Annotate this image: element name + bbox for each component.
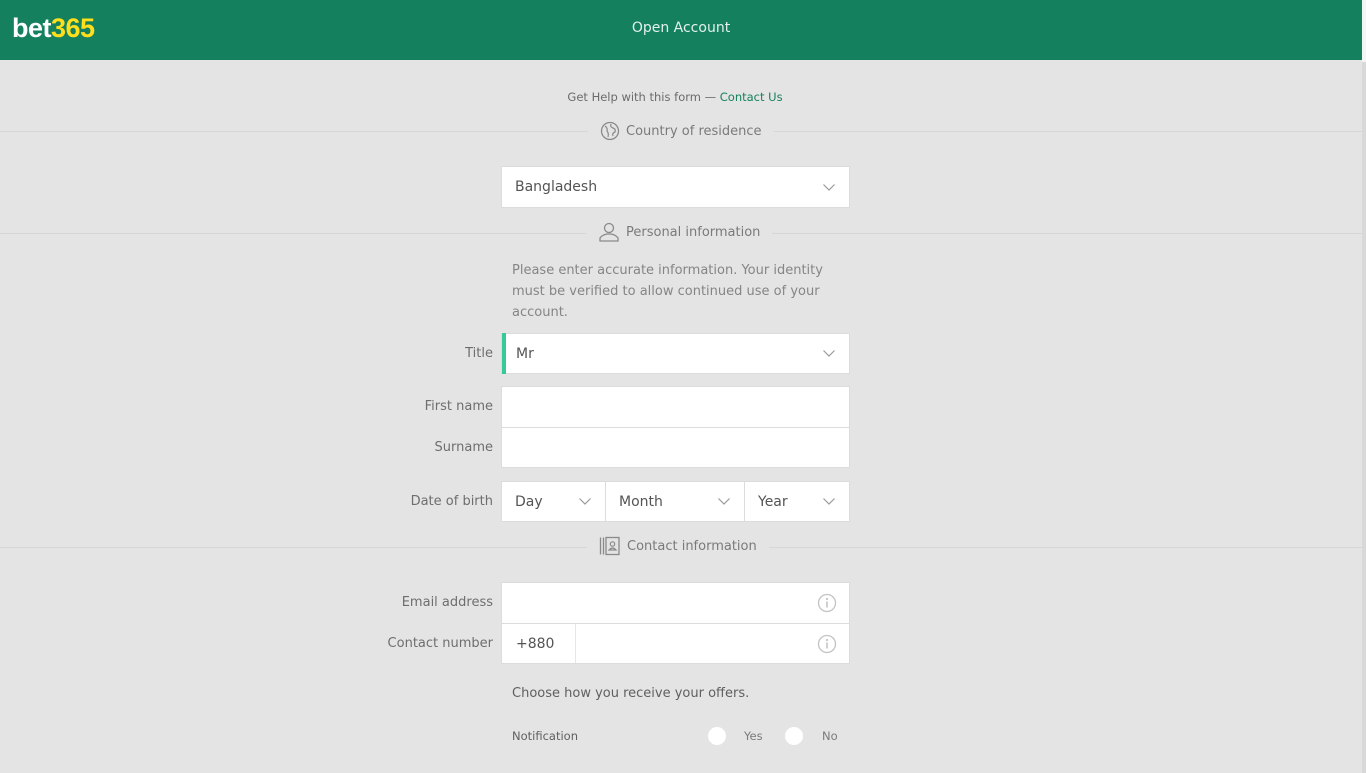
email-label: Email address [401,595,493,610]
focus-indicator [502,333,506,374]
contact-us-link[interactable]: Contact Us [720,90,783,104]
title-select[interactable]: Mr [501,333,850,374]
dob-month-value: Month [619,493,663,510]
contact-book-icon [599,536,621,556]
dob-day-value: Day [515,493,543,510]
notification-yes-label[interactable]: Yes [744,729,763,743]
phone-input-group: +880 [501,623,850,664]
surname-input[interactable] [501,427,850,468]
chevron-down-icon [823,183,835,191]
chevron-down-icon [823,498,835,505]
phone-label: Contact number [387,636,493,651]
page-title: Open Account [631,20,731,36]
country-select[interactable]: Bangladesh [501,166,850,208]
header-bar: bet365 Open Account [0,0,1362,60]
section-label-text: Contact information [627,538,757,554]
first-name-input[interactable] [501,386,850,428]
email-input[interactable] [501,582,850,624]
chevron-down-icon [823,350,835,357]
dob-year-select[interactable]: Year [744,481,850,522]
title-label: Title [465,346,493,361]
scrollbar[interactable] [1362,0,1366,773]
dob-day-select[interactable]: Day [501,481,606,522]
surname-label: Surname [434,440,493,455]
chevron-down-icon [718,498,730,505]
offers-text: Choose how you receive your offers. [512,686,750,701]
country-value: Bangladesh [515,179,598,195]
section-country-header: Country of residence [588,121,774,141]
section-contact-header: Contact information [587,536,769,556]
section-label-text: Country of residence [626,123,762,139]
info-icon[interactable] [817,593,837,613]
info-icon[interactable] [817,634,837,654]
phone-prefix[interactable]: +880 [502,624,576,663]
dob-year-value: Year [758,493,788,510]
chevron-down-icon [579,498,591,505]
help-text: Get Help with this form — [567,90,720,104]
globe-icon [600,121,620,141]
personal-intro-text: Please enter accurate information. Your … [512,263,823,320]
first-name-label: First name [424,399,493,414]
title-value: Mr [516,345,534,362]
person-icon [598,221,620,243]
dob-label: Date of birth [410,494,493,509]
scrollbar-thumb[interactable] [1362,0,1366,62]
help-line: Get Help with this form — Contact Us [0,90,1350,104]
notification-no-radio[interactable] [785,727,803,745]
notification-label: Notification [512,729,578,743]
notification-yes-radio[interactable] [708,727,726,745]
section-label-text: Personal information [626,224,761,240]
dob-month-select[interactable]: Month [605,481,745,522]
notification-no-label[interactable]: No [822,729,838,743]
section-personal-header: Personal information [586,221,773,243]
